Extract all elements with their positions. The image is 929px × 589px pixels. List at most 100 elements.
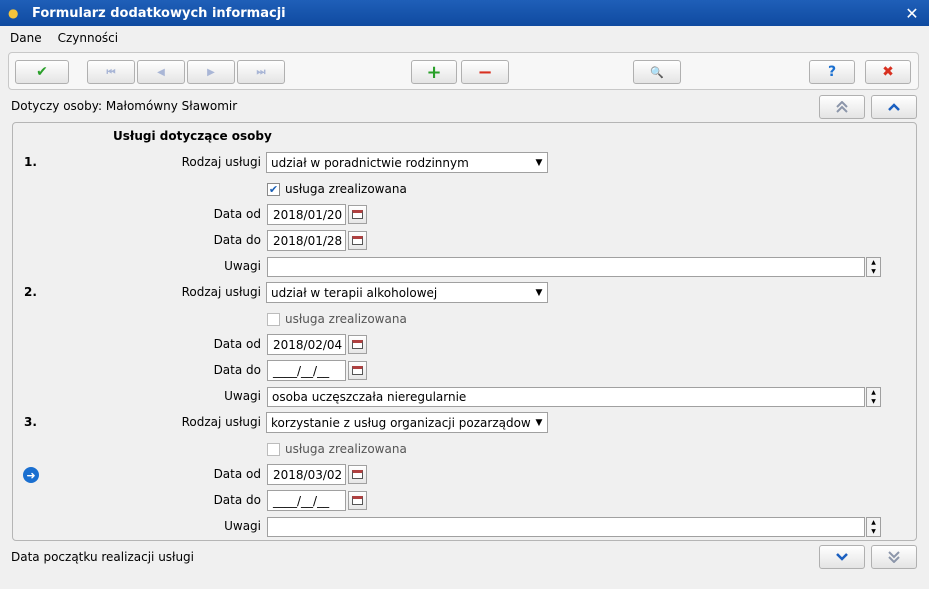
accept-button[interactable]: ✔ [15, 60, 69, 84]
service-type-label: Rodzaj usługi [181, 155, 261, 169]
service-number: 1. [24, 155, 37, 169]
add-button[interactable]: + [411, 60, 457, 84]
date-from-label: Data od [213, 337, 261, 351]
menu-bar: Dane Czynności [0, 27, 929, 49]
service-type-select[interactable]: udział w poradnictwie rodzinnym ▼ [266, 152, 548, 173]
help-button[interactable]: ? [809, 60, 855, 84]
realized-label: usługa zrealizowana [285, 442, 407, 456]
minus-icon: − [477, 61, 493, 83]
search-button[interactable]: 🔍 [633, 60, 681, 84]
person-info: Dotyczy osoby: Małomówny Sławomir [11, 99, 238, 113]
spin-up-icon: ▲ [871, 519, 876, 526]
date-to-label: Data do [213, 233, 261, 247]
next-record-button[interactable]: ▶ [187, 60, 235, 84]
realized-checkbox[interactable]: usługa zrealizowana [267, 442, 407, 456]
notes-label: Uwagi [224, 259, 261, 273]
date-from-input[interactable]: 2018/02/04 [267, 334, 346, 355]
date-to-input[interactable]: 2018/01/28 [267, 230, 346, 251]
calendar-button[interactable] [348, 361, 367, 380]
service-type-value: udział w poradnictwie rodzinnym [271, 155, 469, 170]
prev-icon: ◀ [157, 66, 165, 78]
menu-czynnosci[interactable]: Czynności [58, 31, 119, 45]
scroll-down-button[interactable] [819, 545, 865, 569]
status-hint: Data początku realizacji usługi [11, 550, 195, 564]
double-chevron-down-icon [888, 551, 900, 563]
service-type-value: udział w terapii alkoholowej [271, 285, 438, 300]
service-type-select[interactable]: udział w terapii alkoholowej ▼ [266, 282, 548, 303]
dropdown-arrow-icon: ▼ [535, 287, 543, 298]
calendar-button[interactable] [348, 491, 367, 510]
calendar-icon [352, 236, 363, 245]
prev-record-button[interactable]: ◀ [137, 60, 185, 84]
search-icon: 🔍 [650, 65, 664, 79]
calendar-icon [352, 366, 363, 375]
realized-label: usługa zrealizowana [285, 312, 407, 326]
last-icon: ⏭ [256, 66, 266, 78]
spin-up-icon: ▲ [871, 259, 876, 266]
date-to-label: Data do [213, 363, 261, 377]
last-record-button[interactable]: ⏭ [237, 60, 285, 84]
cancel-button[interactable]: ✖ [865, 60, 911, 84]
checkmark-icon: ✔ [267, 182, 280, 196]
chevron-down-icon [836, 553, 848, 561]
date-to-input[interactable]: ____/__/__ [267, 360, 346, 381]
service-type-label: Rodzaj usługi [181, 415, 261, 429]
window-title: Formularz dodatkowych informacji [32, 5, 286, 21]
date-from-input[interactable]: 2018/01/20 [267, 204, 346, 225]
close-icon[interactable]: ✕ [901, 3, 923, 23]
realized-label: usługa zrealizowana [285, 182, 407, 196]
spin-up-icon: ▲ [871, 389, 876, 396]
section-title: Usługi dotyczące osoby [113, 129, 272, 143]
calendar-button[interactable] [348, 465, 367, 484]
app-icon: ● [8, 6, 19, 20]
double-chevron-up-icon [836, 101, 848, 113]
service-type-label: Rodzaj usługi [181, 285, 261, 299]
date-from-label: Data od [213, 207, 261, 221]
realized-checkbox[interactable]: ✔ usługa zrealizowana [267, 182, 407, 196]
next-icon: ▶ [207, 66, 215, 78]
calendar-icon [352, 496, 363, 505]
notes-spinner[interactable]: ▲ ▼ [866, 257, 881, 277]
date-to-input[interactable]: ____/__/__ [267, 490, 346, 511]
date-to-label: Data do [213, 493, 261, 507]
spin-down-icon: ▼ [871, 398, 876, 405]
calendar-icon [352, 210, 363, 219]
scroll-bottom-button[interactable] [871, 545, 917, 569]
first-icon: ⏮ [106, 66, 116, 78]
notes-input[interactable] [267, 257, 865, 277]
notes-label: Uwagi [224, 519, 261, 533]
date-from-label: Data od [213, 467, 261, 481]
notes-spinner[interactable]: ▲ ▼ [866, 387, 881, 407]
realized-checkbox[interactable]: usługa zrealizowana [267, 312, 407, 326]
calendar-icon [352, 470, 363, 479]
first-record-button[interactable]: ⏮ [87, 60, 135, 84]
notes-spinner[interactable]: ▲ ▼ [866, 517, 881, 537]
service-number: 3. [24, 415, 37, 429]
scroll-up-button[interactable] [871, 95, 917, 119]
date-from-input[interactable]: 2018/03/02 [267, 464, 346, 485]
notes-input[interactable] [267, 517, 865, 537]
spin-down-icon: ▼ [871, 528, 876, 535]
calendar-button[interactable] [348, 231, 367, 250]
checkbox-empty-icon [267, 312, 280, 326]
plus-icon: + [426, 61, 442, 83]
check-icon: ✔ [36, 64, 48, 80]
service-type-select[interactable]: korzystanie z usług organizacji pozarząd… [266, 412, 548, 433]
help-icon: ? [827, 64, 837, 80]
service-type-value: korzystanie z usług organizacji pozarząd… [271, 415, 531, 430]
cancel-icon: ✖ [882, 64, 894, 80]
service-number: 2. [24, 285, 37, 299]
toolbar: ✔ ⏮ ◀ ▶ ⏭ + − 🔍 ? ✖ [8, 52, 919, 90]
remove-button[interactable]: − [461, 60, 509, 84]
dropdown-arrow-icon: ▼ [535, 157, 543, 168]
notes-label: Uwagi [224, 389, 261, 403]
checkbox-empty-icon [267, 442, 280, 456]
current-row-arrow-icon: ➜ [23, 467, 39, 483]
scroll-top-button[interactable] [819, 95, 865, 119]
title-bar: ● Formularz dodatkowych informacji ✕ [0, 0, 929, 26]
calendar-button[interactable] [348, 205, 367, 224]
calendar-button[interactable] [348, 335, 367, 354]
spin-down-icon: ▼ [871, 268, 876, 275]
menu-dane[interactable]: Dane [10, 31, 42, 45]
notes-input[interactable]: osoba uczęszczała nieregularnie [267, 387, 865, 407]
